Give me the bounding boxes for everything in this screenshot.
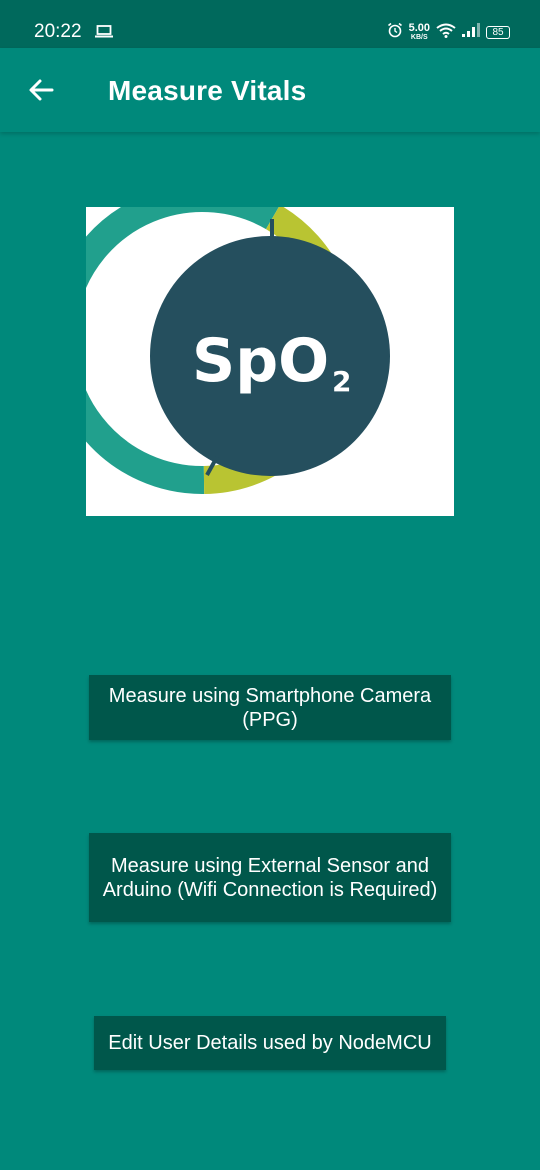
measure-camera-label: Measure using Smartphone Camera (PPG) — [108, 684, 432, 731]
back-arrow-icon[interactable] — [26, 76, 58, 104]
logo-subscript: 2 — [332, 365, 351, 398]
network-speed-value: 5.00 — [408, 21, 430, 34]
spo2-logo-image: SpO 2 — [86, 207, 454, 516]
network-speed: 5.00 KB/S — [408, 21, 430, 42]
signal-icon — [462, 23, 480, 42]
status-time: 20:22 — [34, 21, 82, 42]
edit-user-details-label: Edit User Details used by NodeMCU — [108, 1032, 432, 1054]
network-speed-unit: KB/S — [410, 33, 428, 41]
status-icons: 5.00 KB/S 85 — [387, 22, 510, 43]
logo-text: SpO — [192, 326, 329, 396]
battery-icon: 85 — [486, 26, 510, 39]
status-bar: 20:22 5.00 KB/S 85 — [0, 0, 540, 48]
measure-camera-button[interactable]: Measure using Smartphone Camera (PPG) — [89, 675, 451, 740]
alarm-icon — [387, 22, 403, 43]
app-bar: Measure Vitals — [0, 48, 540, 132]
wifi-icon — [436, 23, 456, 43]
measure-sensor-button[interactable]: Measure using External Sensor and Arduin… — [89, 833, 451, 922]
measure-sensor-label: Measure using External Sensor and Arduin… — [102, 854, 438, 901]
laptop-icon — [95, 25, 113, 43]
page-title: Measure Vitals — [108, 75, 307, 106]
edit-user-details-button[interactable]: Edit User Details used by NodeMCU — [94, 1016, 446, 1070]
